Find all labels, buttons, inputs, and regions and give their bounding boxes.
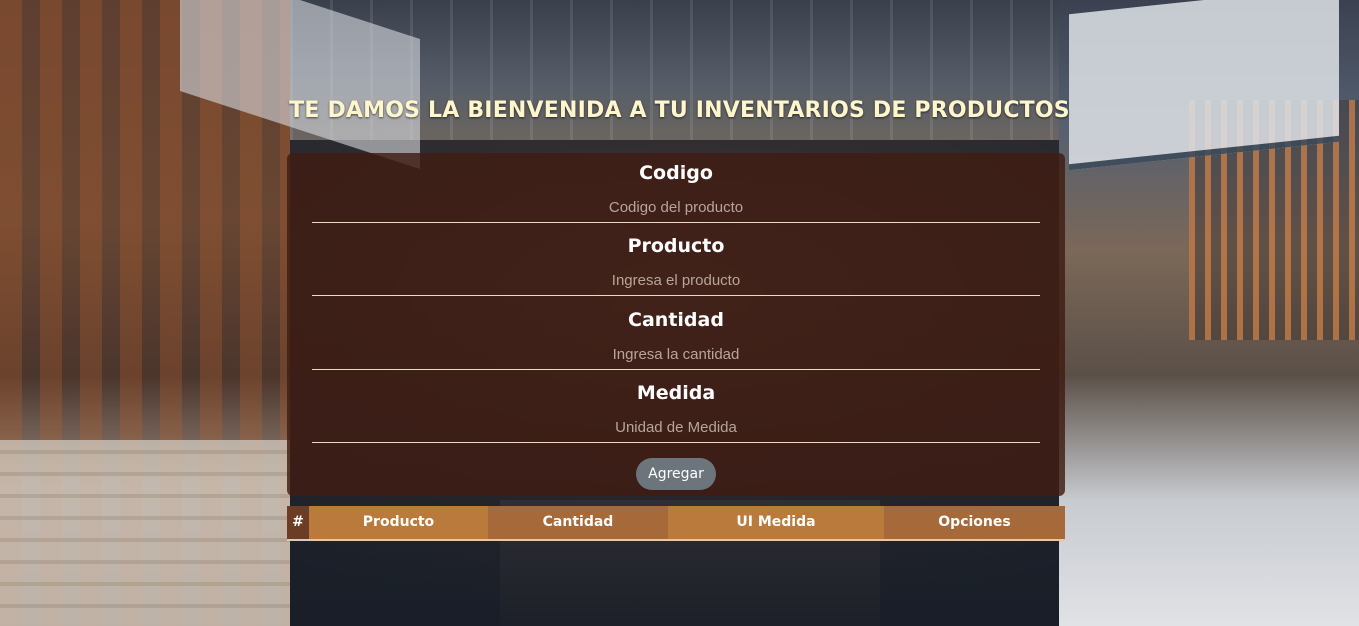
background-right-sign (1069, 0, 1339, 171)
cantidad-input[interactable] (312, 340, 1040, 370)
producto-input[interactable] (312, 266, 1040, 296)
producto-label: Producto (627, 235, 725, 257)
column-header-cantidad: Cantidad (488, 506, 668, 539)
column-header-number: # (287, 506, 309, 539)
codigo-field-group: Codigo (312, 159, 1040, 223)
column-header-producto: Producto (309, 506, 488, 539)
agregar-button[interactable]: Agregar (636, 458, 716, 490)
medida-label: Medida (636, 382, 716, 404)
column-header-medida: UI Medida (668, 506, 884, 539)
producto-field-group: Producto (312, 232, 1040, 296)
column-header-opciones: Opciones (884, 506, 1065, 539)
inventory-table-header: # Producto Cantidad UI Medida Opciones (287, 506, 1065, 541)
page-title: TE DAMOS LA BIENVENIDA A TU INVENTARIOS … (289, 98, 1070, 123)
cantidad-field-group: Cantidad (312, 306, 1040, 370)
medida-input[interactable] (312, 413, 1040, 443)
cantidad-label: Cantidad (628, 309, 724, 331)
codigo-label: Codigo (639, 162, 713, 184)
codigo-input[interactable] (312, 193, 1040, 223)
product-form: Codigo Producto Cantidad Medida Agregar (287, 153, 1065, 496)
medida-field-group: Medida (312, 379, 1040, 443)
